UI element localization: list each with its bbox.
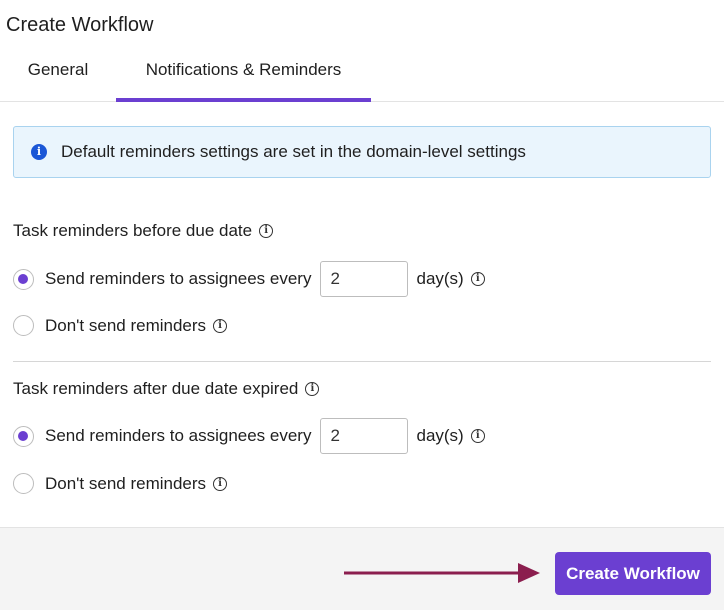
- before-due-label-text: Task reminders before due date: [13, 221, 253, 240]
- before-due-send-option: Send reminders to assignees every day(s)…: [13, 261, 485, 297]
- after-due-interval-input[interactable]: [320, 418, 409, 454]
- after-due-info-icon[interactable]: i: [305, 382, 320, 396]
- tab-general[interactable]: General: [8, 50, 108, 101]
- before-due-none-radio[interactable]: [13, 315, 34, 336]
- before-due-interval-info-icon[interactable]: i: [470, 272, 485, 286]
- before-due-info-icon[interactable]: i: [259, 224, 274, 238]
- section-divider: [13, 361, 711, 362]
- after-due-section-label: Task reminders after due date expired i: [13, 379, 320, 399]
- before-due-none-option: Don't send reminders i: [13, 315, 228, 336]
- after-due-interval-info-icon[interactable]: i: [470, 429, 485, 443]
- after-due-send-label[interactable]: Send reminders to assignees every: [45, 426, 311, 446]
- after-due-send-option: Send reminders to assignees every day(s)…: [13, 418, 485, 454]
- before-due-send-label[interactable]: Send reminders to assignees every: [45, 269, 311, 289]
- after-due-none-info-icon[interactable]: i: [213, 476, 228, 491]
- before-due-none-label[interactable]: Don't send reminders: [45, 316, 206, 336]
- before-due-unit: day(s): [416, 269, 464, 288]
- arrow-right-icon: [344, 563, 540, 583]
- create-workflow-button[interactable]: Create Workflow: [555, 552, 711, 595]
- before-due-section-label: Task reminders before due date i: [13, 221, 274, 241]
- before-due-none-info-icon[interactable]: i: [213, 318, 228, 333]
- after-due-unit: day(s): [416, 426, 464, 445]
- after-due-none-label[interactable]: Don't send reminders: [45, 474, 206, 494]
- tab-bar: General Notifications & Reminders: [0, 50, 724, 102]
- info-banner: i Default reminders settings are set in …: [13, 126, 711, 178]
- after-due-none-option: Don't send reminders i: [13, 473, 228, 494]
- info-icon: i: [31, 144, 47, 160]
- before-due-send-radio[interactable]: [13, 268, 34, 290]
- after-due-none-radio[interactable]: [13, 473, 34, 494]
- after-due-send-radio[interactable]: [13, 425, 34, 447]
- tab-notifications-reminders[interactable]: Notifications & Reminders: [116, 50, 371, 102]
- info-banner-text: Default reminders settings are set in th…: [61, 142, 526, 161]
- after-due-label-text: Task reminders after due date expired: [13, 379, 299, 398]
- create-workflow-dialog: Create Workflow General Notifications & …: [0, 0, 724, 610]
- before-due-interval-input[interactable]: [320, 261, 409, 297]
- page-title: Create Workflow: [6, 14, 154, 36]
